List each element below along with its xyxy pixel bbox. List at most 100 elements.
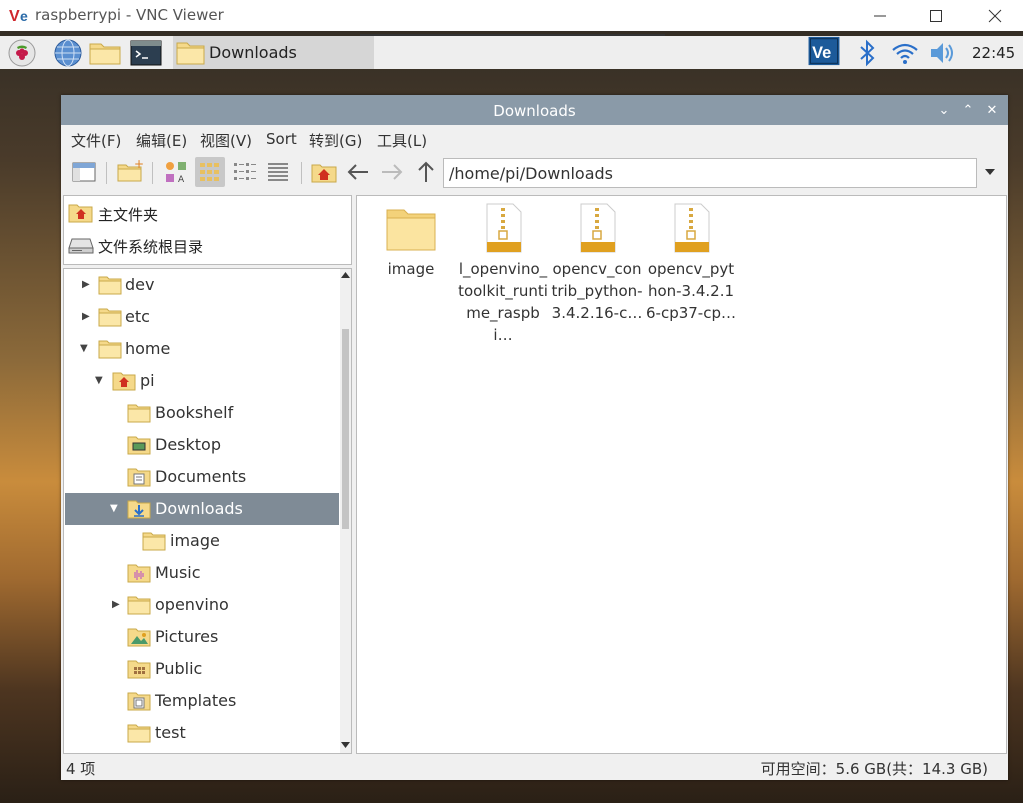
tree-scrollbar-thumb[interactable] bbox=[342, 329, 349, 529]
tree-item-downloads[interactable]: ▼ Downloads bbox=[65, 493, 339, 525]
window-titlebar[interactable]: Downloads ⌄ ⌃ ✕ bbox=[61, 95, 1008, 125]
place-home[interactable]: 主文件夹 bbox=[68, 200, 348, 226]
desktop-folder-icon bbox=[127, 436, 151, 455]
tree-item-music[interactable]: Music bbox=[65, 557, 339, 589]
tree-item-image[interactable]: image bbox=[65, 525, 339, 557]
file-item[interactable]: opencv_python-3.4.2.16-cp37-cp… bbox=[645, 202, 737, 324]
file-name: l_openvino_toolkit_runtime_raspbi… bbox=[458, 260, 548, 344]
expander-expanded-icon[interactable]: ▼ bbox=[80, 343, 88, 354]
file-item[interactable]: l_openvino_toolkit_runtime_raspbi… bbox=[457, 202, 549, 346]
close-icon[interactable]: ✕ bbox=[985, 104, 999, 118]
menubar: 文件(F) 编辑(E) 视图(V) Sort 转到(G) 工具(L) bbox=[61, 125, 1008, 153]
tree-item-label: Pictures bbox=[155, 627, 219, 646]
menu-view[interactable]: 视图(V) bbox=[200, 130, 252, 151]
file-icon-view: image l_openvino_toolkit_runtime_raspbi…… bbox=[356, 195, 1007, 754]
file-name: image bbox=[387, 260, 435, 278]
new-window-icon[interactable] bbox=[69, 157, 99, 187]
tree-item-label: etc bbox=[125, 307, 150, 326]
folder-icon bbox=[127, 596, 151, 615]
folder-icon bbox=[98, 308, 122, 327]
close-button[interactable] bbox=[971, 2, 1017, 30]
tree-item-desktop[interactable]: Desktop bbox=[65, 429, 339, 461]
web-browser-icon[interactable] bbox=[52, 38, 84, 68]
expander-expanded-icon[interactable]: ▼ bbox=[95, 375, 103, 386]
path-input[interactable]: /home/pi/Downloads bbox=[443, 158, 977, 188]
wifi-icon[interactable] bbox=[890, 38, 920, 68]
menu-edit[interactable]: 编辑(E) bbox=[136, 130, 187, 151]
chevron-down-icon[interactable]: ⌄ bbox=[937, 104, 951, 118]
taskbar: Downloads Ve 22:45 bbox=[0, 36, 1023, 69]
icon-view-thumbnails-icon[interactable]: A bbox=[161, 157, 191, 187]
tree-item-public[interactable]: Public bbox=[65, 653, 339, 685]
tree-item-dev[interactable]: ▶ dev bbox=[65, 269, 339, 301]
volume-icon[interactable] bbox=[928, 38, 958, 68]
file-name: opencv_contrib_python-3.4.2.16-c… bbox=[551, 260, 643, 322]
chevron-up-icon[interactable]: ⌃ bbox=[961, 104, 975, 118]
file-manager-icon[interactable] bbox=[88, 38, 124, 68]
tree-item-templates[interactable]: Templates bbox=[65, 685, 339, 717]
folder-icon bbox=[98, 276, 122, 295]
tree-item-label: Templates bbox=[155, 691, 237, 710]
icon-view-icon[interactable] bbox=[195, 157, 225, 187]
vnc-titlebar: V e raspberrypi - VNC Viewer bbox=[0, 0, 1023, 31]
file-item[interactable]: opencv_contrib_python-3.4.2.16-c… bbox=[551, 202, 643, 324]
vnc-logo-icon: V e bbox=[9, 8, 28, 25]
tree-item-label: dev bbox=[125, 275, 155, 294]
maximize-button[interactable] bbox=[913, 2, 959, 30]
back-arrow-icon[interactable] bbox=[343, 157, 373, 187]
tree-scrollbar[interactable] bbox=[340, 269, 351, 753]
svg-text:Ve: Ve bbox=[812, 44, 831, 62]
bluetooth-icon[interactable] bbox=[855, 38, 879, 68]
expander-collapsed-icon[interactable]: ▶ bbox=[82, 279, 90, 290]
path-history-dropdown-icon[interactable] bbox=[983, 166, 997, 178]
public-folder-icon bbox=[127, 660, 151, 679]
scroll-down-icon[interactable] bbox=[341, 742, 350, 749]
menu-go[interactable]: 转到(G) bbox=[309, 130, 362, 151]
menu-file[interactable]: 文件(F) bbox=[71, 130, 121, 151]
up-arrow-icon[interactable] bbox=[411, 157, 441, 187]
vnc-server-icon[interactable]: Ve bbox=[806, 36, 842, 66]
svg-text:+: + bbox=[134, 157, 144, 171]
tree-item-test[interactable]: test bbox=[65, 717, 339, 749]
compact-view-icon[interactable] bbox=[229, 157, 259, 187]
terminal-icon[interactable] bbox=[130, 38, 162, 68]
tree-item-pictures[interactable]: Pictures bbox=[65, 621, 339, 653]
tree-item-label: pi bbox=[140, 371, 155, 390]
folder-icon bbox=[98, 340, 122, 359]
tree-item-openvino[interactable]: ▶ openvino bbox=[65, 589, 339, 621]
folder-icon bbox=[386, 209, 436, 251]
place-label: 主文件夹 bbox=[98, 206, 159, 224]
downloads-folder-icon bbox=[127, 500, 151, 519]
tree-item-label: Bookshelf bbox=[155, 403, 234, 422]
place-filesystem-root[interactable]: 文件系统根目录 bbox=[68, 232, 348, 258]
minimize-button[interactable] bbox=[857, 2, 903, 30]
tree-item-documents[interactable]: Documents bbox=[65, 461, 339, 493]
svg-text:e: e bbox=[20, 8, 28, 24]
menu-sort[interactable]: Sort bbox=[266, 130, 297, 148]
svg-text:A: A bbox=[178, 175, 185, 185]
tree-item-pi[interactable]: ▼ pi bbox=[65, 365, 339, 397]
tree-item-home[interactable]: ▼ home bbox=[65, 333, 339, 365]
list-view-icon[interactable] bbox=[263, 157, 293, 187]
tree-item-etc[interactable]: ▶ etc bbox=[65, 301, 339, 333]
tree-item-label: test bbox=[155, 723, 186, 742]
scroll-up-icon[interactable] bbox=[341, 272, 350, 279]
home-icon[interactable] bbox=[309, 157, 339, 187]
free-space: 可用空间：5.6 GB(共：14.3 GB) bbox=[760, 760, 988, 778]
clock[interactable]: 22:45 bbox=[972, 44, 1015, 62]
forward-arrow-icon[interactable] bbox=[377, 157, 407, 187]
menu-tools[interactable]: 工具(L) bbox=[377, 130, 427, 151]
toolbar: + A /home/pi/Downloads bbox=[61, 153, 1008, 193]
templates-folder-icon bbox=[127, 692, 151, 711]
folder-icon bbox=[176, 42, 205, 65]
expander-collapsed-icon[interactable]: ▶ bbox=[112, 599, 120, 610]
expander-collapsed-icon[interactable]: ▶ bbox=[82, 311, 90, 322]
tree-item-bookshelf[interactable]: Bookshelf bbox=[65, 397, 339, 429]
tree-item-label: Music bbox=[155, 563, 201, 582]
new-folder-icon[interactable]: + bbox=[115, 157, 145, 187]
file-item[interactable]: image bbox=[365, 202, 457, 280]
raspberry-menu-icon[interactable] bbox=[6, 38, 38, 68]
taskbar-window-downloads[interactable]: Downloads bbox=[173, 36, 374, 69]
tree-item-label: image bbox=[170, 531, 220, 550]
expander-expanded-icon[interactable]: ▼ bbox=[110, 503, 118, 514]
